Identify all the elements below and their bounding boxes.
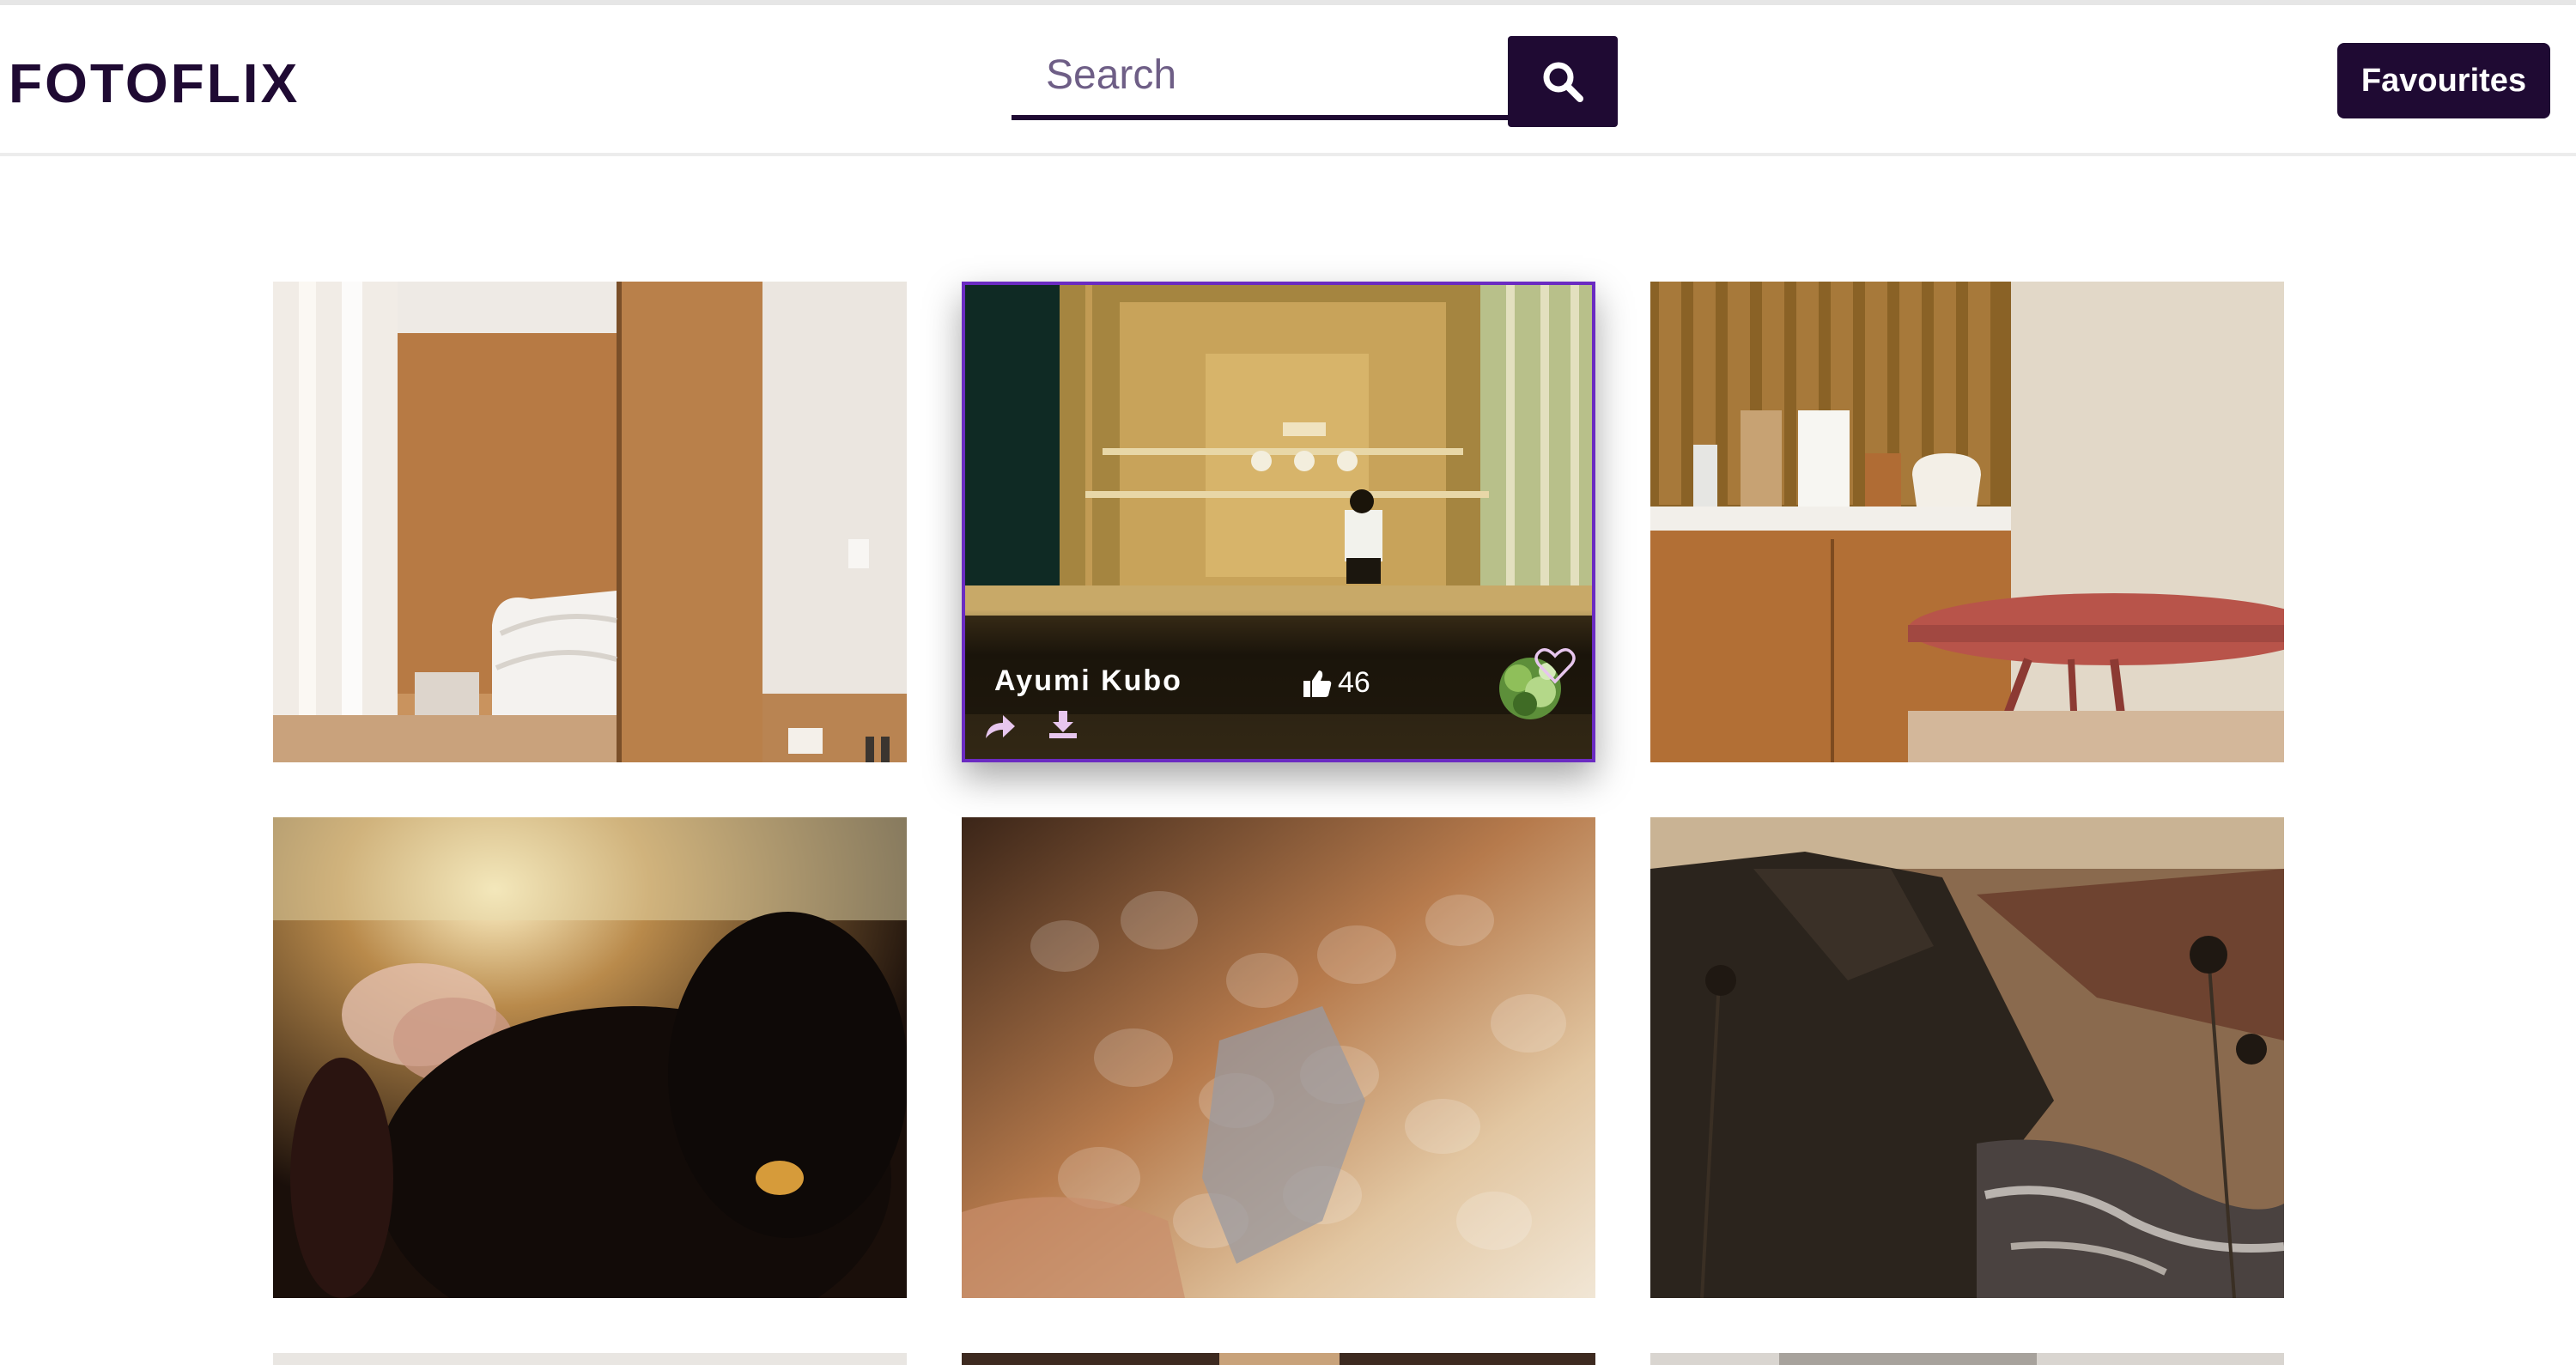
search-bar (1012, 34, 1619, 130)
app-logo[interactable]: FOTOFLIX (9, 52, 300, 115)
thumbs-up-icon (1303, 670, 1332, 697)
photo-image (273, 1353, 907, 1365)
search-icon (1543, 62, 1583, 102)
photo-card[interactable] (1650, 282, 2284, 762)
photo-image (1650, 817, 2284, 1298)
app-header: FOTOFLIX Favourites (0, 5, 2576, 156)
photo-card[interactable] (962, 817, 1595, 1298)
photo-image (273, 282, 907, 762)
share-icon[interactable] (982, 713, 1017, 740)
photo-image (962, 817, 1595, 1298)
photo-card[interactable] (273, 817, 907, 1298)
favourites-button[interactable]: Favourites (2337, 43, 2550, 118)
heart-icon[interactable] (1534, 646, 1577, 685)
search-button[interactable] (1508, 36, 1618, 127)
photo-author[interactable]: Ayumi Kubo (994, 664, 1182, 698)
photo-grid: Ayumi Kubo 46 (273, 282, 2284, 1365)
photo-card[interactable] (273, 282, 907, 762)
photo-card-active[interactable]: Ayumi Kubo 46 (962, 282, 1595, 762)
photo-image (1650, 282, 2284, 762)
photo-image (962, 1353, 1595, 1365)
photo-card[interactable] (962, 1353, 1595, 1365)
search-input[interactable] (1012, 34, 1508, 120)
photo-likes: 46 (1302, 666, 1370, 700)
photo-image (273, 817, 907, 1298)
photo-image (1650, 1353, 2284, 1365)
download-icon[interactable] (1048, 709, 1078, 740)
photo-card[interactable] (1650, 817, 2284, 1298)
likes-count: 46 (1338, 666, 1370, 699)
photo-card[interactable] (273, 1353, 907, 1365)
photo-card[interactable] (1650, 1353, 2284, 1365)
